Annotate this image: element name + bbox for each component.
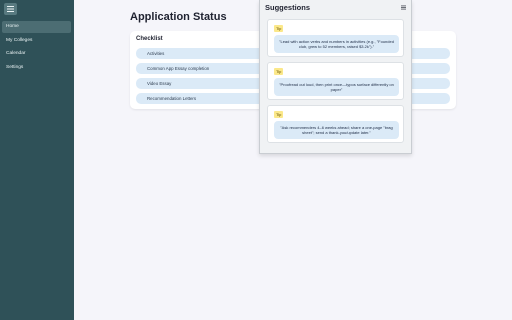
checklist-item-label: Video Essay xyxy=(147,81,172,86)
sidebar: Home My Colleges Calendar Settings xyxy=(0,0,74,320)
sidebar-item-calendar[interactable]: Calendar xyxy=(2,48,71,60)
checklist-item-label: Common App Essay completion xyxy=(147,66,210,71)
tip-badge: Tip xyxy=(274,111,284,118)
sidebar-item-label: My Colleges xyxy=(6,38,33,43)
menu-button[interactable] xyxy=(4,3,17,15)
tip-text: "Lead with action verbs and numbers in a… xyxy=(279,39,394,49)
sidebar-item-label: Settings xyxy=(6,65,24,70)
tip-box: "Ask recommenders 4–6 weeks ahead; share… xyxy=(274,121,399,139)
sidebar-item-settings[interactable]: Settings xyxy=(2,62,71,74)
checklist-item-label: Activities xyxy=(147,51,165,56)
sidebar-item-label: Home xyxy=(6,24,19,29)
suggestions-title: Suggestions xyxy=(265,3,311,12)
checklist-title: Checklist xyxy=(136,36,163,42)
tip-text: "Ask recommenders 4–6 weeks ahead; share… xyxy=(280,125,393,135)
tip-card: Tip "Proofread out loud, then print once… xyxy=(267,62,404,100)
checklist-item-label: Recommendation Letters xyxy=(147,96,197,101)
tip-text: "Proofread out loud, then print once—typ… xyxy=(279,82,394,92)
page-title: Application Status xyxy=(130,11,227,23)
sidebar-item-my-colleges[interactable]: My Colleges xyxy=(2,35,71,47)
sidebar-item-label: Calendar xyxy=(6,51,26,56)
tip-box: "Proofread out loud, then print once—typ… xyxy=(274,78,399,96)
tip-card: Tip "Ask recommenders 4–6 weeks ahead; s… xyxy=(267,105,404,143)
tip-badge: Tip xyxy=(274,68,284,75)
suggestions-menu-button[interactable] xyxy=(400,4,406,10)
sidebar-item-home[interactable]: Home xyxy=(2,21,71,33)
tip-badge: Tip xyxy=(274,25,284,32)
tip-box: "Lead with action verbs and numbers in a… xyxy=(274,35,399,53)
hamburger-icon xyxy=(400,5,406,9)
hamburger-icon xyxy=(7,6,14,12)
suggestions-panel: Suggestions Tip "Lead with action verbs … xyxy=(259,0,412,154)
tip-card: Tip "Lead with action verbs and numbers … xyxy=(267,19,404,57)
